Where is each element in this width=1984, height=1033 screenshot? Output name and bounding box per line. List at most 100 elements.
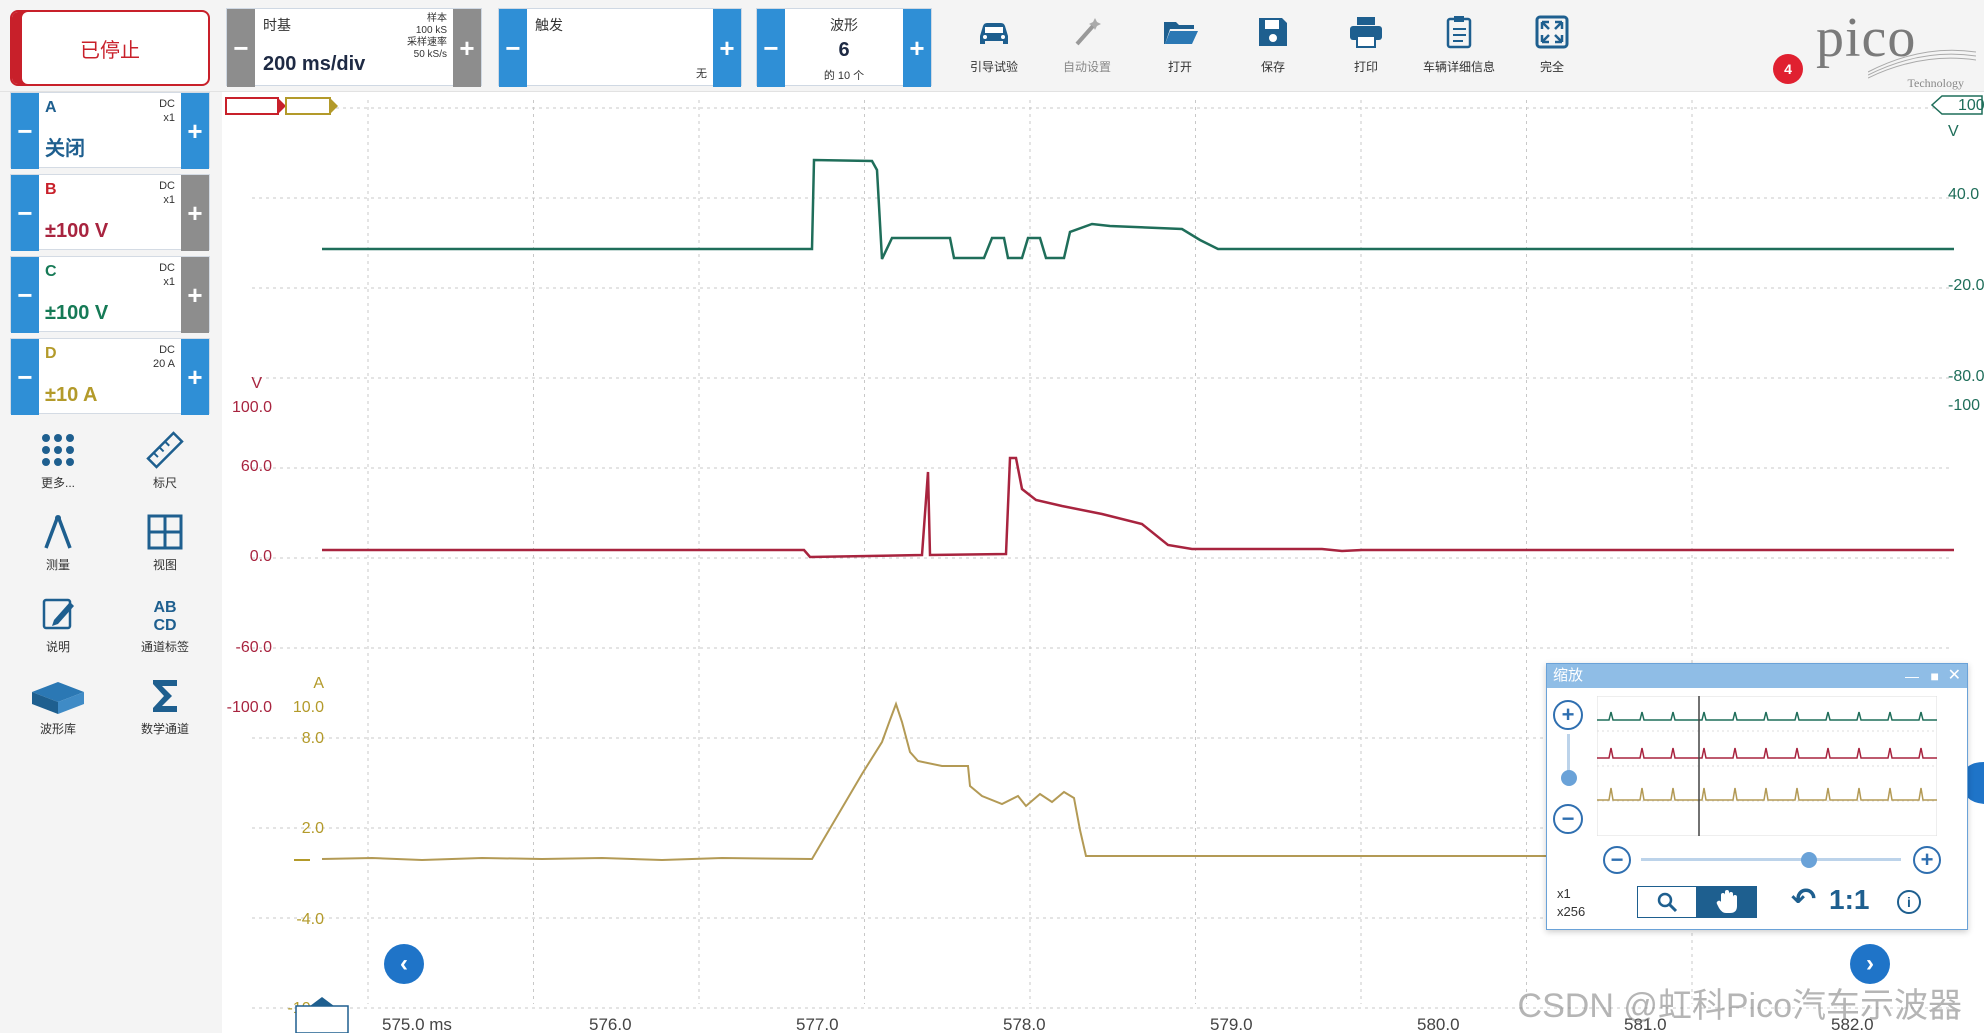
trigger-label: 触发 bbox=[535, 17, 563, 33]
waveform-next-button[interactable]: + bbox=[903, 9, 931, 87]
notification-badge[interactable]: 4 bbox=[1773, 54, 1803, 84]
previous-waveform-button[interactable]: ‹ bbox=[384, 944, 424, 984]
trigger-increase-button[interactable]: + bbox=[713, 9, 741, 87]
svg-text:CD: CD bbox=[153, 617, 176, 634]
x-tick: 580.0 bbox=[1417, 1015, 1460, 1033]
maximize-icon[interactable]: ■ bbox=[1931, 664, 1939, 688]
channel-c-increase-button[interactable]: + bbox=[181, 257, 209, 333]
close-icon[interactable]: ✕ bbox=[1948, 664, 1961, 688]
sigma-icon bbox=[153, 680, 177, 712]
fullscreen-button[interactable]: 完全 bbox=[1510, 8, 1594, 82]
folder-icon bbox=[1164, 22, 1198, 44]
timebase-increase-button[interactable]: + bbox=[453, 9, 481, 87]
measure-label: 测量 bbox=[45, 558, 70, 572]
magnifier-icon bbox=[1657, 892, 1678, 913]
channel-a-decrease-button[interactable]: − bbox=[11, 93, 39, 169]
zoom-in-vertical-button[interactable]: + bbox=[1553, 700, 1583, 730]
auto-setup-button[interactable]: 自动设置 bbox=[1045, 8, 1129, 82]
print-label: 打印 bbox=[1353, 60, 1378, 74]
channel-d-increase-button[interactable]: + bbox=[181, 339, 209, 415]
channel-d-probe: 20 A bbox=[152, 358, 175, 370]
right-axis-tick: -80.0 bbox=[1948, 368, 1984, 385]
vertical-zoom-handle[interactable] bbox=[1561, 770, 1577, 786]
zoom-in-horizontal-button[interactable]: + bbox=[1913, 846, 1941, 874]
ruler-label: 标尺 bbox=[152, 476, 177, 490]
view-button[interactable]: 视图 bbox=[115, 512, 215, 573]
fullscreen-label: 完全 bbox=[1539, 60, 1564, 74]
d-axis-tick: 8.0 bbox=[302, 730, 324, 747]
view-label: 视图 bbox=[152, 558, 177, 572]
auto-setup-label: 自动设置 bbox=[1062, 60, 1111, 74]
timebase-value: 200 ms/div bbox=[263, 53, 366, 75]
pico-logo: pico Technology bbox=[1808, 6, 1978, 90]
channel-b-control[interactable]: − B DC x1 ±100 V + bbox=[10, 174, 210, 251]
c-axis-tick: 100.0 bbox=[232, 399, 272, 416]
channel-d-decrease-button[interactable]: − bbox=[11, 339, 39, 415]
print-button[interactable]: 打印 bbox=[1324, 8, 1408, 82]
pan-tool-button[interactable] bbox=[1697, 886, 1757, 918]
undo-zoom-icon[interactable]: ↶ bbox=[1791, 882, 1816, 917]
zoom-tool-button[interactable] bbox=[1637, 886, 1697, 918]
channel-d-range: ±10 A bbox=[45, 384, 98, 406]
channel-b-decrease-button[interactable]: − bbox=[11, 175, 39, 251]
stop-button[interactable]: 已停止 bbox=[10, 10, 210, 86]
channel-labels-label: 通道标签 bbox=[140, 640, 189, 654]
more-button[interactable]: 更多... bbox=[8, 430, 108, 491]
channel-a-increase-button[interactable]: + bbox=[181, 93, 209, 169]
channel-c-name: C bbox=[45, 263, 57, 280]
channel-b-probe: x1 bbox=[163, 194, 175, 206]
ruler-button[interactable]: 标尺 bbox=[115, 430, 215, 491]
save-label: 保存 bbox=[1260, 60, 1285, 74]
c-axis-tick: -60.0 bbox=[236, 639, 273, 656]
channel-labels-button[interactable]: AB CD 通道标签 bbox=[115, 594, 215, 655]
zoom-panel-title: 缩放 bbox=[1553, 667, 1584, 684]
math-channels-button[interactable]: 数学通道 bbox=[115, 676, 215, 737]
vehicle-details-label: 车辆详细信息 bbox=[1422, 60, 1495, 74]
c-axis-tick: 0.0 bbox=[250, 548, 272, 565]
more-label: 更多... bbox=[40, 476, 75, 490]
zoom-out-vertical-button[interactable]: − bbox=[1553, 804, 1583, 834]
channel-c-control[interactable]: − C DC x1 ±100 V + bbox=[10, 256, 210, 333]
zoom-overview[interactable] bbox=[1597, 696, 1937, 836]
timebase-decrease-button[interactable]: − bbox=[227, 9, 255, 87]
samples-value: 100 kS bbox=[415, 25, 447, 36]
waveform-library-button[interactable]: 波形库 bbox=[8, 676, 108, 737]
channel-d-control[interactable]: − D DC 20 A ±10 A + bbox=[10, 338, 210, 415]
open-button[interactable]: 打开 bbox=[1138, 8, 1222, 82]
zoom-ratio-label[interactable]: 1:1 bbox=[1829, 884, 1869, 916]
timeline-markers[interactable] bbox=[225, 97, 338, 115]
right-axis-tick: 40.0 bbox=[1948, 186, 1979, 203]
zoom-panel[interactable]: 缩放 — ■ ✕ + − − + x1 x256 ↶ 1:1 i bbox=[1546, 663, 1968, 930]
minimize-icon[interactable]: — bbox=[1905, 664, 1919, 688]
zoom-y-factor: x256 bbox=[1557, 904, 1586, 919]
rate-label: 采样速率 bbox=[407, 37, 447, 48]
notes-label: 说明 bbox=[45, 640, 70, 654]
timebase-control[interactable]: − 时基 200 ms/div 样本 100 kS 采样速率 50 kS/s + bbox=[226, 8, 482, 87]
horizontal-zoom-handle[interactable] bbox=[1801, 852, 1817, 868]
waveform-selector[interactable]: − 波形 6 的 10 个 + bbox=[756, 8, 932, 87]
x-tick: 576.0 bbox=[589, 1015, 632, 1033]
channel-b-trace bbox=[322, 456, 1954, 559]
picoscope-window: 已停止 − 时基 200 ms/div 样本 100 kS 采样速率 50 kS… bbox=[0, 0, 1984, 1033]
vehicle-details-button[interactable]: 车辆详细信息 bbox=[1417, 8, 1501, 82]
channel-c-decrease-button[interactable]: − bbox=[11, 257, 39, 333]
channel-b-increase-button[interactable]: + bbox=[181, 175, 209, 251]
measure-button[interactable]: 测量 bbox=[8, 512, 108, 573]
channel-a-control[interactable]: − A DC x1 关闭 + bbox=[10, 92, 210, 169]
notes-button[interactable]: 说明 bbox=[8, 594, 108, 655]
channel-a-axis: 100 V 40.0 -20.0 -80.0 -100 bbox=[1930, 95, 1984, 414]
guided-test-label: 引导试验 bbox=[969, 60, 1018, 74]
channel-c-probe: x1 bbox=[163, 276, 175, 288]
trigger-decrease-button[interactable]: − bbox=[499, 9, 527, 87]
save-button[interactable]: 保存 bbox=[1231, 8, 1315, 82]
trigger-control[interactable]: − 触发 无 + bbox=[498, 8, 742, 87]
view-grid-icon bbox=[147, 514, 183, 550]
guided-test-button[interactable]: 引导试验 bbox=[952, 8, 1036, 82]
channel-c-coupling: DC bbox=[159, 262, 175, 274]
zoom-x-factor: x1 bbox=[1557, 886, 1571, 901]
zoom-panel-header[interactable]: 缩放 — ■ ✕ bbox=[1547, 664, 1967, 688]
info-icon[interactable]: i bbox=[1897, 890, 1921, 914]
zoom-out-horizontal-button[interactable]: − bbox=[1603, 846, 1631, 874]
x-tick: 577.0 bbox=[796, 1015, 839, 1033]
d-axis-tick: 10.0 bbox=[293, 699, 324, 716]
